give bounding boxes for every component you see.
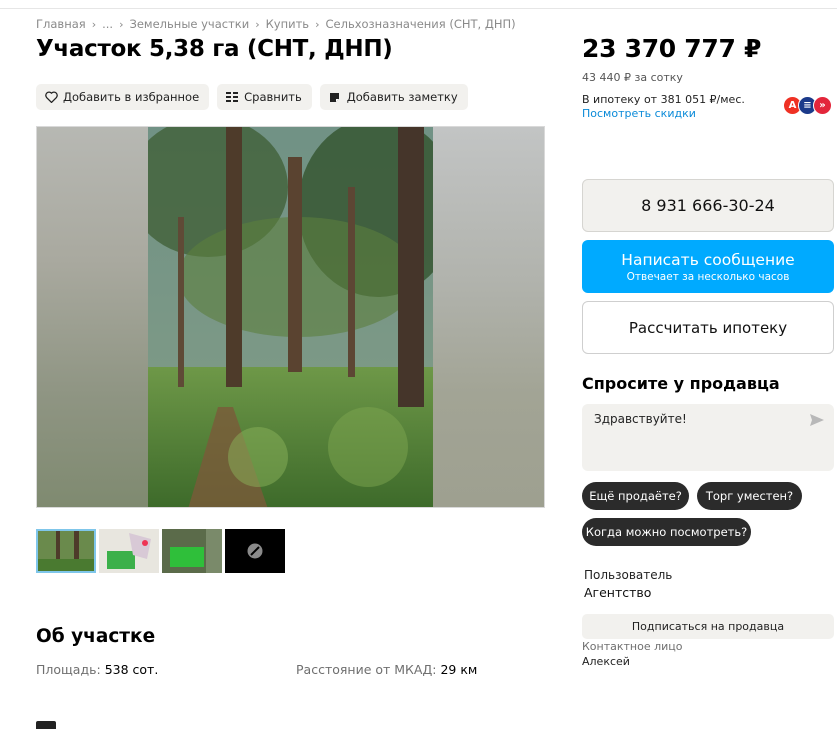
header-divider — [0, 8, 837, 9]
calculate-mortgage-button[interactable]: Рассчитать ипотеку — [582, 301, 834, 354]
thumbnail-2[interactable] — [99, 529, 159, 573]
gallery-thumbnails — [36, 529, 285, 573]
view-discounts-link[interactable]: Посмотреть скидки — [582, 107, 696, 120]
phone-number: 8 931 666-30-24 — [641, 196, 775, 215]
compare-label: Сравнить — [244, 90, 302, 104]
bank-logos[interactable]: А ≡ » — [783, 96, 832, 115]
calculate-mortgage-label: Рассчитать ипотеку — [628, 318, 788, 337]
param-distance-label: Расстояние от МКАД: — [296, 662, 437, 677]
response-time: Отвечает за несколько часов — [626, 270, 790, 283]
seller-name[interactable]: Агентство — [584, 585, 651, 600]
show-phone-button[interactable]: 8 931 666-30-24 — [582, 179, 834, 232]
ask-seller-text: Здравствуйте! — [594, 412, 687, 426]
chevron-right-icon: › — [119, 17, 124, 31]
chevron-right-icon: › — [91, 17, 97, 31]
breadcrumb-ellipsis[interactable]: ... — [102, 17, 113, 31]
send-icon[interactable] — [810, 414, 824, 429]
breadcrumb-category[interactable]: Сельхозназначения (СНТ, ДНП) — [325, 17, 515, 31]
chevron-right-icon: › — [255, 17, 260, 31]
seller-type: Пользователь — [584, 568, 673, 582]
thumbnail-more[interactable] — [225, 529, 285, 573]
compare-button[interactable]: Сравнить — [217, 84, 312, 110]
note-icon — [328, 90, 342, 104]
compare-icon — [225, 90, 239, 104]
ask-seller-input[interactable]: Здравствуйте! — [582, 404, 834, 471]
favorite-label: Добавить в избранное — [63, 90, 200, 104]
write-message-label: Написать сообщение — [621, 250, 795, 269]
chip-when-view[interactable]: Когда можно посмотреть? — [582, 518, 751, 546]
param-area-value: 538 сот. — [104, 662, 159, 677]
breadcrumb-land[interactable]: Земельные участки — [129, 17, 249, 31]
mortgage-info: В ипотеку от 381 051 ₽/мес. — [582, 93, 745, 106]
price-per-sotka: 43 440 ₽ за сотку — [582, 71, 683, 84]
gallery-blur-right — [433, 127, 544, 507]
ask-seller-title: Спросите у продавца — [582, 374, 780, 393]
contact-person-label: Контактное лицо — [582, 640, 683, 653]
video-icon — [247, 543, 263, 559]
page-title: Участок 5,38 га (СНТ, ДНП) — [36, 36, 393, 62]
breadcrumb-buy[interactable]: Купить — [266, 17, 309, 31]
param-distance: Расстояние от МКАД: 29 км — [296, 662, 477, 677]
add-note-button[interactable]: Добавить заметку — [319, 84, 468, 110]
contact-person-name: Алексей — [582, 655, 630, 668]
param-area: Площадь: 538 сот. — [36, 662, 158, 677]
chip-bargain[interactable]: Торг уместен? — [697, 482, 802, 510]
bank-red-icon: » — [813, 96, 832, 115]
add-to-favorites-button[interactable]: Добавить в избранное — [36, 84, 210, 110]
about-title: Об участке — [36, 626, 156, 647]
thumbnail-1[interactable] — [36, 529, 96, 573]
heart-icon — [44, 90, 58, 104]
gallery-blur-left — [37, 127, 148, 507]
breadcrumb: Главная › ... › Земельные участки › Купи… — [36, 17, 516, 31]
param-distance-value: 29 км — [440, 662, 478, 677]
write-message-button[interactable]: Написать сообщение Отвечает за несколько… — [582, 240, 834, 293]
photo-gallery[interactable] — [36, 126, 545, 508]
param-area-label: Площадь: — [36, 662, 101, 677]
chevron-right-icon: › — [315, 17, 320, 31]
main-photo[interactable] — [148, 127, 435, 507]
note-label: Добавить заметку — [346, 90, 458, 104]
listing-actions: Добавить в избранное Сравнить Добавить з… — [36, 84, 468, 110]
next-section-title — [36, 721, 56, 729]
breadcrumb-home[interactable]: Главная — [36, 17, 86, 31]
price: 23 370 777 ₽ — [582, 34, 762, 63]
thumbnail-3[interactable] — [162, 529, 222, 573]
subscribe-seller-button[interactable]: Подписаться на продавца — [582, 614, 834, 639]
subscribe-label: Подписаться на продавца — [631, 620, 785, 633]
chip-still-selling[interactable]: Ещё продаёте? — [582, 482, 689, 510]
